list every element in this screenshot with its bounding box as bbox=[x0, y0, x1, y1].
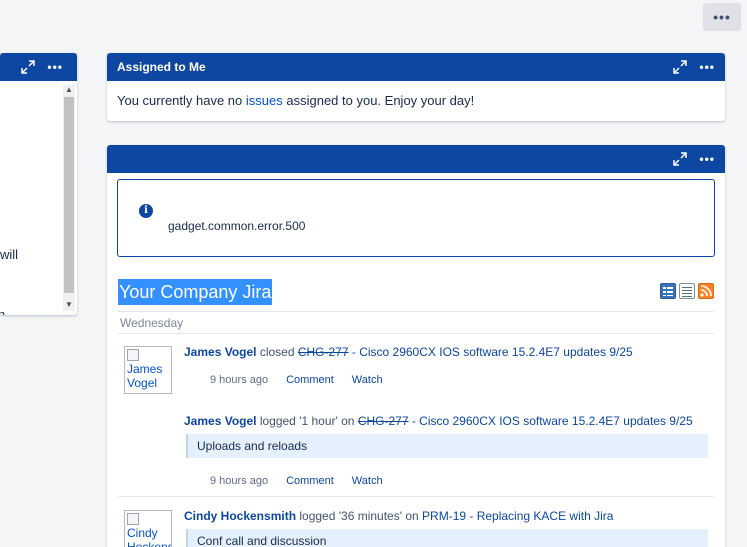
issue-title-link[interactable]: - Cisco 2960CX IOS software 15.2.4E7 upd… bbox=[349, 345, 633, 359]
divider bbox=[118, 496, 714, 497]
watch-link[interactable]: Watch bbox=[352, 374, 383, 386]
avatar-alt-text: Cindy Hockensmith bbox=[127, 526, 171, 547]
user-link[interactable]: Cindy Hockensmith bbox=[184, 509, 296, 523]
rss-icon[interactable] bbox=[698, 283, 714, 299]
activity-entry: Cindy Hockensmith logged '36 minutes' on… bbox=[184, 509, 613, 523]
assigned-to-me-gadget: Assigned to Me ••• You currently have no… bbox=[107, 53, 725, 121]
left-gadget-scrollbar[interactable]: ▲ ▼ bbox=[63, 85, 75, 311]
info-icon: i bbox=[139, 204, 153, 218]
error-text: gadget.common.error.500 bbox=[168, 219, 306, 233]
issue-key-link[interactable]: CHG-277 bbox=[358, 414, 409, 428]
comment-box: Uploads and reloads bbox=[186, 434, 708, 458]
assigned-message-text-1: You currently have no bbox=[117, 93, 246, 108]
avatar[interactable]: Cindy Hockensmith bbox=[124, 510, 172, 547]
expand-icon[interactable] bbox=[673, 152, 688, 166]
avatar-alt-text: James Vogel bbox=[127, 362, 163, 390]
assigned-gadget-title: Assigned to Me bbox=[117, 60, 206, 74]
issue-link[interactable]: PRM-19 - Replacing KACE with Jira bbox=[422, 509, 613, 523]
activity-gadget-header: ••• bbox=[107, 145, 725, 173]
comment-link[interactable]: Comment bbox=[286, 475, 334, 487]
divider bbox=[118, 311, 714, 312]
expand-icon[interactable] bbox=[21, 60, 36, 74]
list-view-icon[interactable] bbox=[660, 283, 676, 299]
user-link[interactable]: James Vogel bbox=[184, 345, 256, 359]
avatar[interactable]: James Vogel bbox=[124, 346, 172, 394]
activity-stream-gadget: ••• i gadget.common.error.500 Your Compa… bbox=[107, 145, 725, 547]
broken-image-icon bbox=[127, 513, 139, 525]
user-link[interactable]: James Vogel bbox=[184, 414, 256, 428]
assigned-message: You currently have no issues assigned to… bbox=[107, 81, 725, 120]
action-text: closed bbox=[256, 345, 298, 359]
expand-icon[interactable] bbox=[673, 60, 688, 74]
issue-key-link[interactable]: CHG-277 bbox=[298, 345, 349, 359]
assigned-message-text-2: assigned to you. Enjoy your day! bbox=[282, 93, 475, 108]
broken-image-icon bbox=[127, 349, 139, 361]
scroll-up-arrow-icon[interactable]: ▲ bbox=[65, 85, 73, 94]
left-gadget-text-1: will bbox=[0, 247, 19, 262]
activity-meta: 9 hours ago Comment Watch bbox=[210, 374, 383, 386]
error-message-box: i gadget.common.error.500 bbox=[117, 179, 715, 257]
left-gadget: ••• will n. ▲ ▼ bbox=[0, 53, 77, 315]
timestamp: 9 hours ago bbox=[210, 374, 269, 386]
assigned-gadget-header: Assigned to Me ••• bbox=[107, 53, 725, 81]
issues-link[interactable]: issues bbox=[246, 93, 283, 108]
comment-link[interactable]: Comment bbox=[286, 374, 334, 386]
action-text: logged '1 hour' on bbox=[256, 414, 358, 428]
top-more-button[interactable]: ••• bbox=[703, 3, 741, 31]
day-label: Wednesday bbox=[120, 316, 184, 330]
left-gadget-more-icon[interactable]: ••• bbox=[47, 61, 63, 73]
scrollbar-thumb[interactable] bbox=[64, 97, 74, 293]
action-text: logged '36 minutes' on bbox=[296, 509, 423, 523]
activity-gadget-more-icon[interactable]: ••• bbox=[699, 153, 715, 165]
stream-title[interactable]: Your Company Jira bbox=[118, 279, 273, 305]
activity-entry: James Vogel closed CHG-277 - Cisco 2960C… bbox=[184, 345, 633, 359]
comment-box: Conf call and discussion bbox=[186, 529, 708, 547]
stream-view-icons bbox=[660, 283, 714, 299]
divider bbox=[118, 333, 714, 334]
watch-link[interactable]: Watch bbox=[352, 475, 383, 487]
timestamp: 9 hours ago bbox=[210, 475, 269, 487]
activity-entry: James Vogel logged '1 hour' on CHG-277 -… bbox=[184, 414, 693, 428]
left-gadget-header: ••• bbox=[0, 53, 77, 81]
scroll-down-arrow-icon[interactable]: ▼ bbox=[65, 300, 73, 309]
activity-meta: 9 hours ago Comment Watch bbox=[210, 475, 383, 487]
full-view-icon[interactable] bbox=[679, 283, 695, 299]
left-gadget-text-2: n. bbox=[0, 307, 9, 315]
issue-title-link[interactable]: - Cisco 2960CX IOS software 15.2.4E7 upd… bbox=[409, 414, 693, 428]
assigned-gadget-more-icon[interactable]: ••• bbox=[699, 61, 715, 73]
